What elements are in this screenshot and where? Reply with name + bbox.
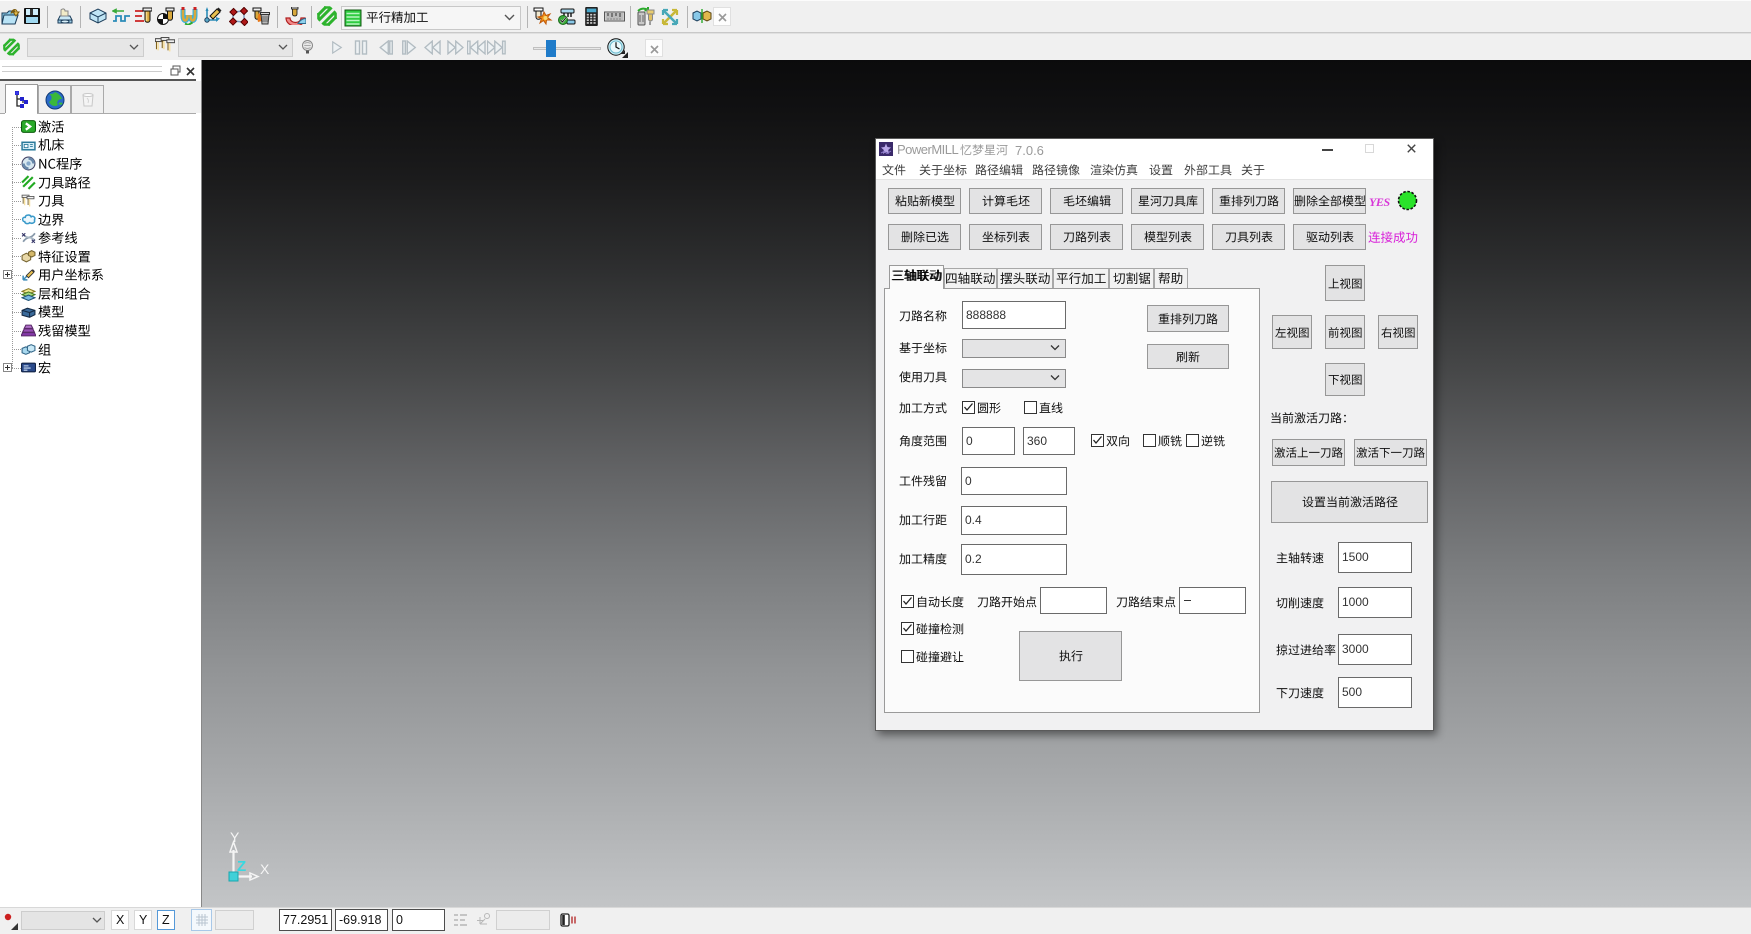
svg-text:X: X [260,861,270,877]
svg-text:Y: Y [230,829,240,845]
